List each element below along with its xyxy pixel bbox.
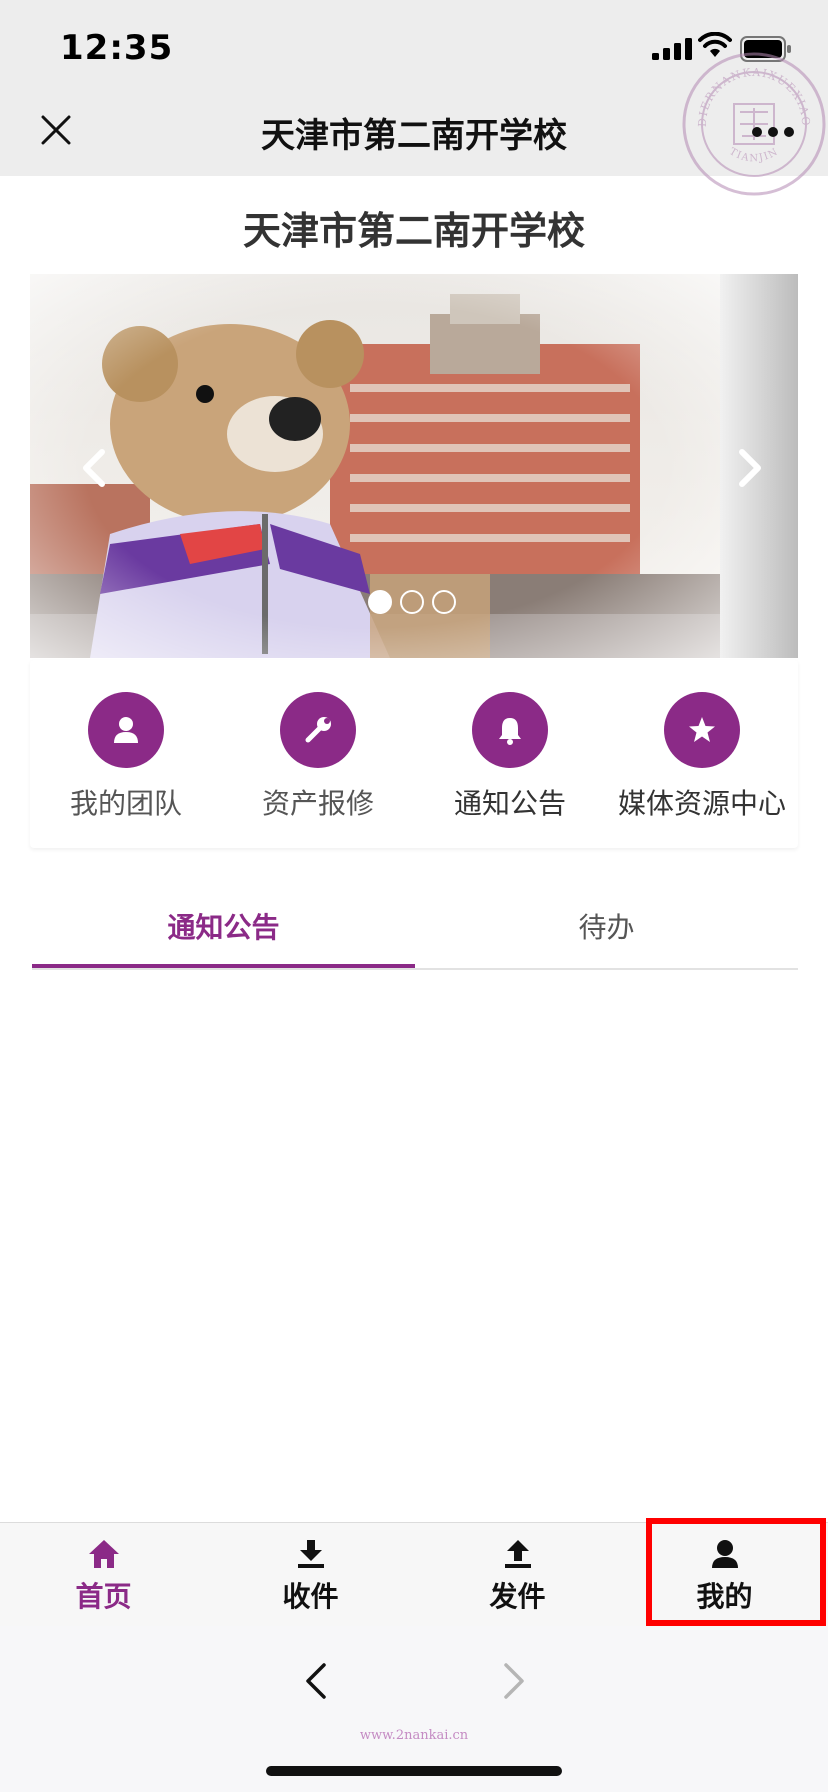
forward-button[interactable] (494, 1656, 534, 1706)
tabbar-item-home[interactable]: 首页 (0, 1523, 207, 1626)
tabbar-label: 我的 (696, 1580, 753, 1613)
quick-action-label: 媒体资源中心 (617, 787, 786, 820)
carousel-dot[interactable] (400, 590, 424, 614)
quick-action-asset-repair[interactable]: 资产报修 (222, 660, 414, 848)
tab-todo[interactable]: 待办 (415, 888, 798, 968)
tab-notices[interactable]: 通知公告 (32, 888, 415, 968)
browser-bottom-bar: www.2nankai.cn (0, 1626, 828, 1792)
tabbar-item-outbox[interactable]: 发件 (414, 1523, 621, 1626)
tabbar-item-mine[interactable]: 我的 (621, 1523, 828, 1626)
upload-icon (501, 1537, 535, 1571)
quick-action-my-team[interactable]: 我的团队 (30, 660, 222, 848)
carousel-prev-button[interactable] (68, 438, 118, 498)
wrench-icon (305, 717, 331, 743)
carousel-dot[interactable] (368, 590, 392, 614)
top-bar: 12:35 天津市第二南开学校 DIERNANKAIXUEXIAO TIANJI… (0, 0, 828, 196)
quick-action-icon-bg (280, 692, 356, 768)
home-indicator[interactable] (266, 1766, 562, 1776)
quick-action-media-center[interactable]: 媒体资源中心 (606, 660, 798, 848)
carousel-dots (368, 590, 456, 614)
chevron-left-icon (83, 449, 105, 487)
quick-actions: 我的团队 资产报修 通知公告 媒体资源中心 (30, 660, 798, 848)
carousel-dot[interactable] (432, 590, 456, 614)
person-icon (708, 1537, 742, 1571)
download-icon (294, 1537, 328, 1571)
status-time: 12:35 (60, 28, 174, 68)
more-icon (752, 127, 794, 137)
quick-action-label: 通知公告 (453, 787, 566, 820)
carousel-next-button[interactable] (726, 438, 776, 498)
more-button[interactable] (748, 114, 798, 150)
quick-action-notices[interactable]: 通知公告 (414, 660, 606, 848)
tabbar-label: 发件 (489, 1580, 546, 1613)
tabbar-item-inbox[interactable]: 收件 (207, 1523, 414, 1626)
quick-action-label: 资产报修 (261, 787, 374, 820)
chevron-right-icon (739, 449, 761, 487)
quick-action-label: 我的团队 (69, 787, 182, 820)
quick-action-icon-bg (472, 692, 548, 768)
page-title: 天津市第二南开学校 (242, 209, 585, 253)
site-watermark: www.2nankai.cn (359, 1728, 469, 1743)
quick-action-icon-bg (88, 692, 164, 768)
chevron-left-icon (306, 1663, 326, 1699)
banner-carousel[interactable] (30, 274, 798, 658)
tabbar-label: 首页 (75, 1580, 132, 1613)
bottom-tab-bar: 首页 收件 发件 我的 (0, 1522, 828, 1626)
content-tabs: 通知公告 待办 (32, 888, 798, 970)
bell-icon (499, 718, 521, 745)
quick-action-icon-bg (664, 692, 740, 768)
user-icon (114, 717, 138, 743)
back-button[interactable] (296, 1656, 336, 1706)
star-icon (689, 717, 715, 742)
home-icon (87, 1537, 121, 1571)
chevron-right-icon (504, 1663, 524, 1699)
tabbar-label: 收件 (282, 1580, 339, 1613)
